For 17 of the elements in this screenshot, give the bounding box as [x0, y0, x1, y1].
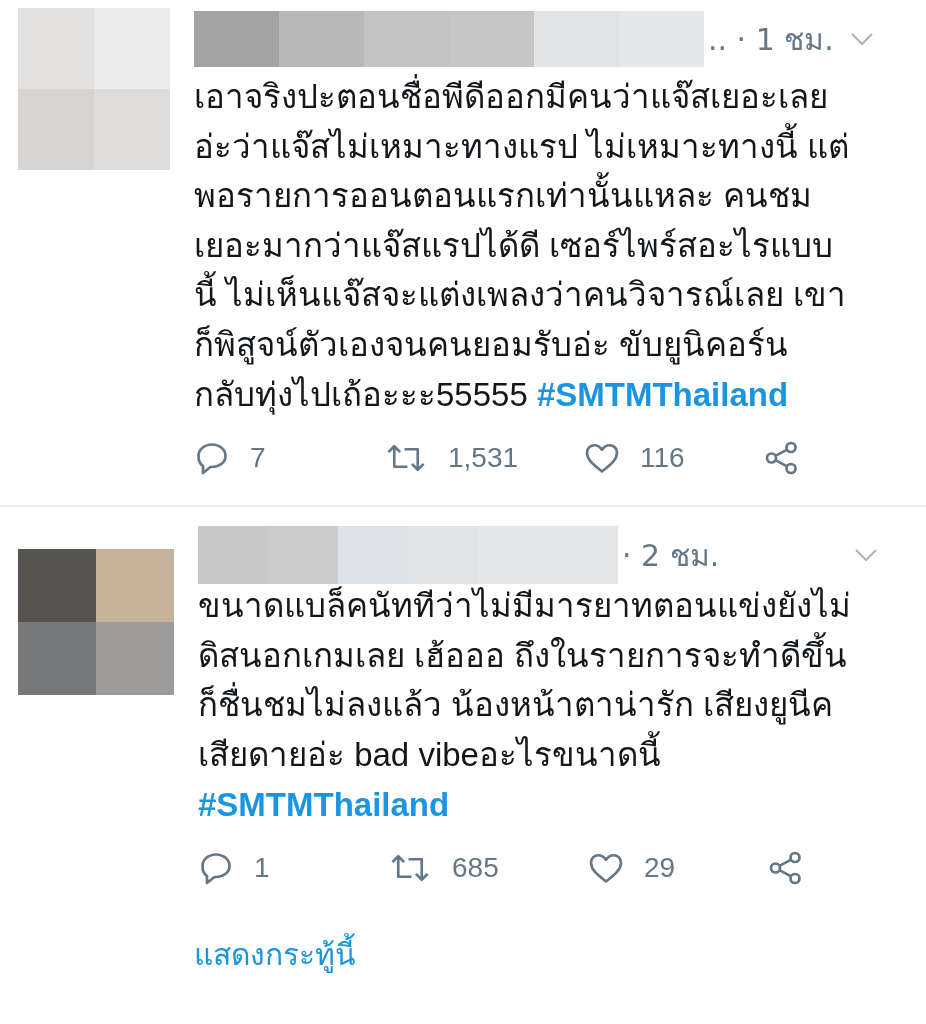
like-count: 29	[644, 852, 676, 885]
reply-icon[interactable]	[194, 440, 230, 477]
tweet-time: · 2 ชม.	[622, 536, 720, 575]
retweet-count: 1,531	[448, 442, 519, 475]
like-count: 116	[640, 442, 685, 475]
hashtag-link[interactable]: #SMTMThailand	[536, 375, 789, 413]
share-icon[interactable]	[768, 850, 804, 887]
tweet-text: เอาจริงปะตอนชื่อพีดีออกมีคนว่าแจ๊สเยอะเลย อ่ะว่าแจ๊สไม่เหมาะทางแรป ไม่เหมาะทางนี้ แต่ พอรายการออนตอนแรกเท่านั้นแหละ คนชม เยอะมากว่าแจ๊สแรปได้ดี เซอร์ไพร์สอะไรแบบ นี้ ไม่เห็นแจ๊สจะแต่งเพลงว่าคนวิจารณ์เลย เขา ก็พิสูจน์ตัวเองจนคนยอมรับอ่ะ ขับยูนิคอร์น กลับทุ่งไปเถ้อะะะ55555 #SMTMThailand	[194, 72, 894, 420]
reply-count: 1	[254, 852, 270, 885]
share-icon[interactable]	[764, 440, 800, 477]
tweet-time: .. · 1 ชม.	[708, 20, 834, 59]
show-thread-link[interactable]: แสดงกระทู้นี้	[194, 931, 356, 979]
tweet-text: ขนาดแบล็คนัททีว่าไม่มีมารยาทตอนแข่งยังไม่ ดิสนอกเกมเลย เฮ้อออ ถึงในรายการจะทำดีขึ้น ก็ชื่นชมไม่ลงแล้ว น้องหน้าตาน่ารัก เสียงยูนีค เสียดายอ่ะ bad vibeอะไรขนาดนี้ #SMTMThailand	[198, 585, 852, 825]
retweet-count: 685	[452, 852, 499, 885]
reply-count: 7	[250, 442, 266, 475]
reply-icon[interactable]	[198, 850, 234, 887]
hashtag-link[interactable]: #SMTMThailand	[198, 785, 450, 823]
